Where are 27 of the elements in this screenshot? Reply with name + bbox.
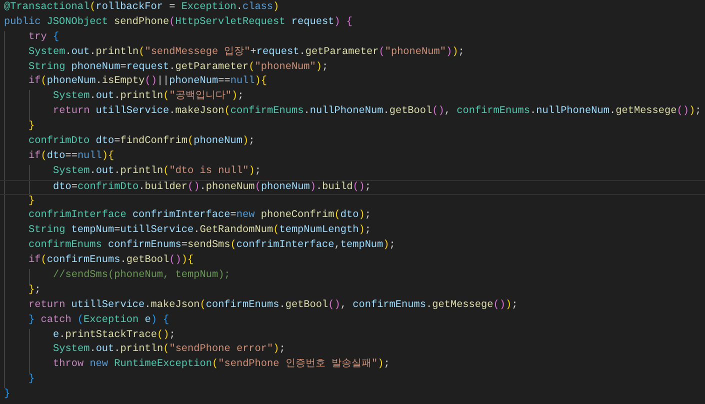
code-line: if(dto==null){ bbox=[28, 150, 114, 164]
code-line: confrimDto dto=findConfrim(phoneNum); bbox=[28, 135, 255, 150]
code-line: System.out.println("dto is null"); bbox=[53, 164, 261, 179]
code-line: String phoneNum=request.getParameter("phoneNum"); bbox=[28, 60, 328, 75]
code-line: } bbox=[28, 120, 35, 134]
code-line: } bbox=[28, 373, 35, 388]
code-line: } bbox=[28, 194, 35, 209]
code-line: return utillService.makeJson(confirmEnums.getBool(), confirmEnums.getMessege()); bbox=[28, 298, 518, 313]
code-line: @Transactional(rollbackFor = Exception.class) bbox=[4, 1, 280, 15]
code-line: if(phoneNum.isEmpty()||phoneNum==null){ bbox=[28, 75, 268, 90]
code-line: System.out.println("공백입니다"); bbox=[53, 90, 244, 104]
code-line: } catch (Exception e) { bbox=[28, 314, 170, 328]
code-line: try { bbox=[28, 30, 60, 45]
code-line: System.out.println("sendMessege 입장"+request.getParameter("phoneNum")); bbox=[28, 46, 464, 60]
code-line: confrimInterface confrimInterface=new phoneConfrim(dto); bbox=[28, 209, 371, 224]
code-line: } bbox=[4, 388, 10, 402]
code-line: throw new RuntimeException("sendPhone 인증번호 발송실패"); bbox=[53, 358, 390, 372]
code-line: //sendSms(phoneNum, tempNum); bbox=[53, 269, 230, 284]
code-line: public JSONObject sendPhone(HttpServletRequest request) { bbox=[4, 16, 353, 30]
code-line: System.out.println("sendPhone error"); bbox=[53, 343, 286, 358]
code-line: }; bbox=[28, 284, 41, 298]
code-line: e.printStackTrace(); bbox=[53, 328, 176, 343]
code-line: confirmEnums confirmEnums=sendSms(confrimInterface,tempNum); bbox=[28, 239, 396, 254]
code-line: return utillService.makeJson(confirmEnums.nullPhoneNum.getBool(), confirmEnums.nullPhoneNum.getMessege()); bbox=[53, 105, 702, 120]
code-line: dto=confrimDto.builder().phoneNum(phoneNum).build(); bbox=[53, 180, 372, 194]
code-line: if(confirmEnums.getBool()){ bbox=[28, 254, 194, 268]
code-line: String tempNum=utillService.GetRandomNum(tempNumLength); bbox=[28, 224, 371, 238]
